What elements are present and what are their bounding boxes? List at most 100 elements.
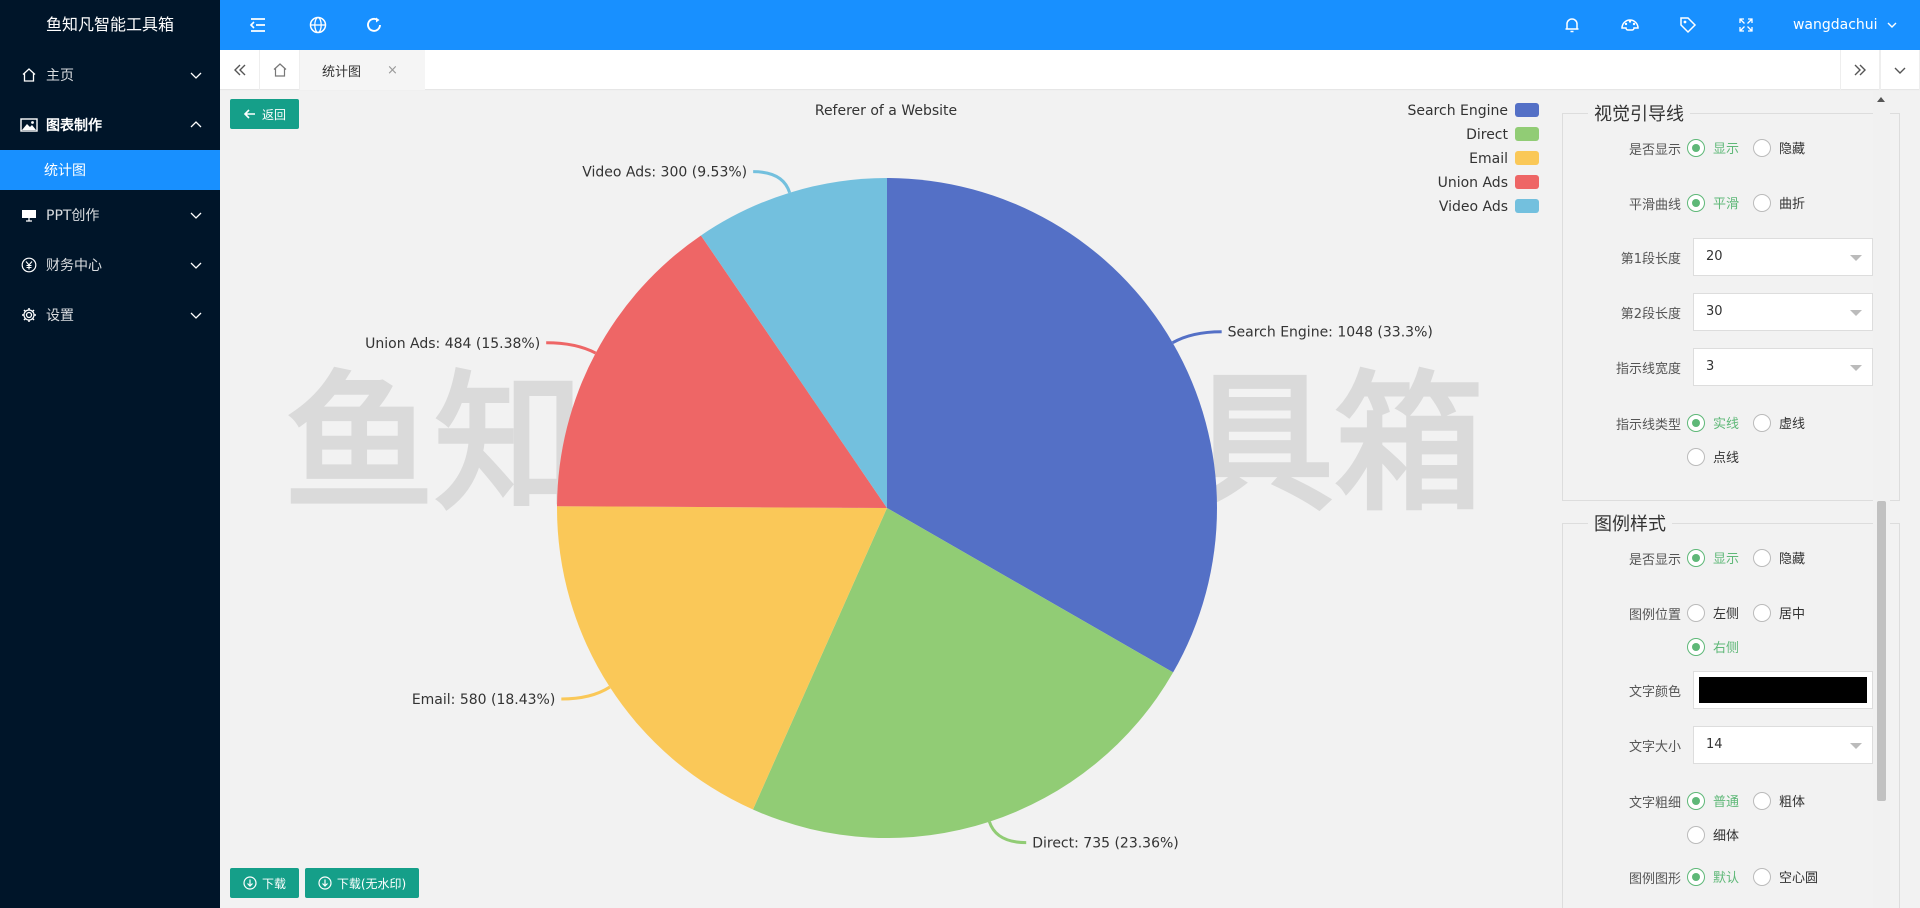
guide-len2-select[interactable]: 30	[1693, 293, 1873, 331]
guide-show-on-radio[interactable]: 显示	[1687, 138, 1739, 157]
legend-swatch[interactable]	[1515, 199, 1539, 213]
guide-len1-select[interactable]: 20	[1693, 238, 1873, 276]
guide-len2-label: 第2段长度	[1620, 307, 1681, 322]
tabs-scroll-left-button[interactable]	[220, 50, 260, 90]
legend-label[interactable]: Direct	[1466, 127, 1508, 143]
sidebar-item-home[interactable]: 主页	[0, 50, 220, 100]
home-tab-button[interactable]	[260, 50, 300, 90]
home-icon	[20, 66, 38, 84]
guide-smooth-row: 平滑曲线 平滑 曲折	[1563, 187, 1901, 217]
double-chevron-right-icon	[1854, 64, 1866, 76]
guide-width-select[interactable]: 3	[1693, 348, 1873, 386]
legend-size-select[interactable]: 14	[1693, 726, 1873, 764]
back-button[interactable]: 返回	[230, 99, 299, 129]
guide-width-row: 指示线宽度 3	[1563, 348, 1901, 386]
sidebar-item-label: 主页	[46, 68, 74, 84]
legend-weight-bold-radio[interactable]: 粗体	[1753, 791, 1805, 810]
sidebar-item-ppt[interactable]: PPT创作	[0, 190, 220, 240]
username: wangdachui	[1792, 17, 1878, 33]
refresh-icon[interactable]	[362, 13, 386, 37]
sidebar-subitem-stats[interactable]: 统计图	[0, 150, 220, 190]
user-menu[interactable]: wangdachui	[1793, 0, 1898, 50]
guide-type-dotted-radio[interactable]: 点线	[1687, 447, 1739, 466]
guide-smooth-off-radio[interactable]: 曲折	[1753, 193, 1805, 212]
tab-label: 统计图	[322, 64, 362, 80]
guide-smooth-label: 平滑曲线	[1628, 198, 1681, 213]
tabs-menu-button[interactable]	[1880, 50, 1920, 90]
double-chevron-left-icon	[233, 64, 245, 76]
legend-show-off-radio[interactable]: 隐藏	[1753, 548, 1805, 567]
sidebar-subitem-label: 统计图	[44, 163, 86, 179]
sidebar-item-charts[interactable]: 图表制作	[0, 100, 220, 150]
fullscreen-icon[interactable]	[1734, 13, 1758, 37]
guide-show-row: 是否显示 显示 隐藏	[1563, 132, 1901, 162]
slice-data-label: Email: 580 (18.43%)	[412, 692, 556, 708]
legend-label[interactable]: Email	[1469, 151, 1508, 167]
legend-swatch[interactable]	[1515, 175, 1539, 189]
legend-show-on-radio[interactable]: 显示	[1687, 548, 1739, 567]
tabs-scroll-right-button[interactable]	[1840, 50, 1880, 90]
tab-stats[interactable]: 统计图 ×	[300, 50, 425, 90]
chart-area: 鱼知凡智能工具箱 Search Engine: 1048 (33.3%)Dire…	[220, 91, 1548, 908]
guide-len2-row: 第2段长度 30	[1563, 293, 1901, 331]
guide-section-title: 视觉引导线	[1588, 100, 1690, 126]
legend-swatch[interactable]	[1515, 103, 1539, 117]
image-icon	[20, 116, 38, 134]
panel-scrollbar[interactable]	[1873, 91, 1890, 908]
guide-type-solid-radio[interactable]: 实线	[1687, 413, 1739, 432]
home-icon	[273, 63, 286, 77]
legend-weight-row: 文字粗细 普通 粗体 细体	[1563, 785, 1901, 844]
legend-label[interactable]: Video Ads	[1439, 199, 1508, 215]
chevron-down-icon	[190, 262, 202, 269]
gear-icon	[20, 306, 38, 324]
legend-swatch[interactable]	[1515, 151, 1539, 165]
guide-line	[1171, 330, 1222, 345]
tag-icon[interactable]	[1676, 13, 1700, 37]
slice-data-label: Union Ads: 484 (15.38%)	[365, 336, 540, 352]
legend-pos-center-radio[interactable]: 居中	[1753, 603, 1805, 622]
arrow-left-icon	[243, 109, 255, 119]
scroll-up-arrow-icon[interactable]	[1877, 97, 1885, 102]
download-no-watermark-label: 下载(无水印)	[336, 876, 407, 891]
legend-label[interactable]: Search Engine	[1407, 103, 1508, 119]
legend-pos-right-radio[interactable]: 右侧	[1687, 637, 1739, 656]
download-no-watermark-button[interactable]: 下载(无水印)	[305, 868, 419, 898]
bell-icon[interactable]	[1560, 13, 1584, 37]
legend-weight-light-radio[interactable]: 细体	[1687, 825, 1739, 844]
sidebar-item-label: 财务中心	[46, 258, 102, 274]
sidebar: 鱼知凡智能工具箱 主页 图表制作 统计图 PPT创作 财务中心 设置	[0, 0, 220, 908]
guide-line	[753, 170, 792, 194]
guide-smooth-on-radio[interactable]: 平滑	[1687, 193, 1739, 212]
globe-icon[interactable]	[306, 13, 330, 37]
sidebar-item-settings[interactable]: 设置	[0, 290, 220, 340]
chevron-down-icon	[190, 72, 202, 79]
legend-pos-left-radio[interactable]: 左侧	[1687, 603, 1739, 622]
legend-shape-default-radio[interactable]: 默认	[1687, 867, 1739, 886]
legend-weight-label: 文字粗细	[1628, 796, 1681, 811]
download-button[interactable]: 下载	[230, 868, 299, 898]
guide-line	[546, 341, 597, 355]
download-icon	[243, 876, 257, 890]
legend-weight-normal-radio[interactable]: 普通	[1687, 791, 1739, 810]
legend-color-picker[interactable]	[1693, 671, 1873, 709]
legend-show-row: 是否显示 显示 隐藏	[1563, 542, 1901, 572]
guide-show-label: 是否显示	[1628, 143, 1681, 158]
sidebar-item-finance[interactable]: 财务中心	[0, 240, 220, 290]
tab-close-icon[interactable]: ×	[387, 63, 398, 78]
guide-show-off-radio[interactable]: 隐藏	[1753, 138, 1805, 157]
guide-type-row: 指示线类型 实线 虚线 点线	[1563, 407, 1901, 466]
legend-shape-hollow-radio[interactable]: 空心圆	[1753, 867, 1818, 886]
palette-icon[interactable]	[1618, 13, 1642, 37]
scroll-thumb[interactable]	[1877, 501, 1886, 801]
guide-len1-label: 第1段长度	[1620, 252, 1681, 267]
chevron-up-icon	[190, 121, 202, 128]
guide-type-dashed-radio[interactable]: 虚线	[1753, 413, 1805, 432]
menu-toggle-icon[interactable]	[246, 13, 270, 37]
legend-label[interactable]: Union Ads	[1438, 175, 1508, 191]
projector-icon	[20, 206, 38, 224]
legend-shape-row: 图例图形 默认 空心圆	[1563, 861, 1901, 891]
tab-bar: 统计图 ×	[220, 50, 1920, 90]
legend-show-label: 是否显示	[1628, 553, 1681, 568]
legend-swatch[interactable]	[1515, 127, 1539, 141]
chevron-down-icon	[1894, 67, 1906, 74]
